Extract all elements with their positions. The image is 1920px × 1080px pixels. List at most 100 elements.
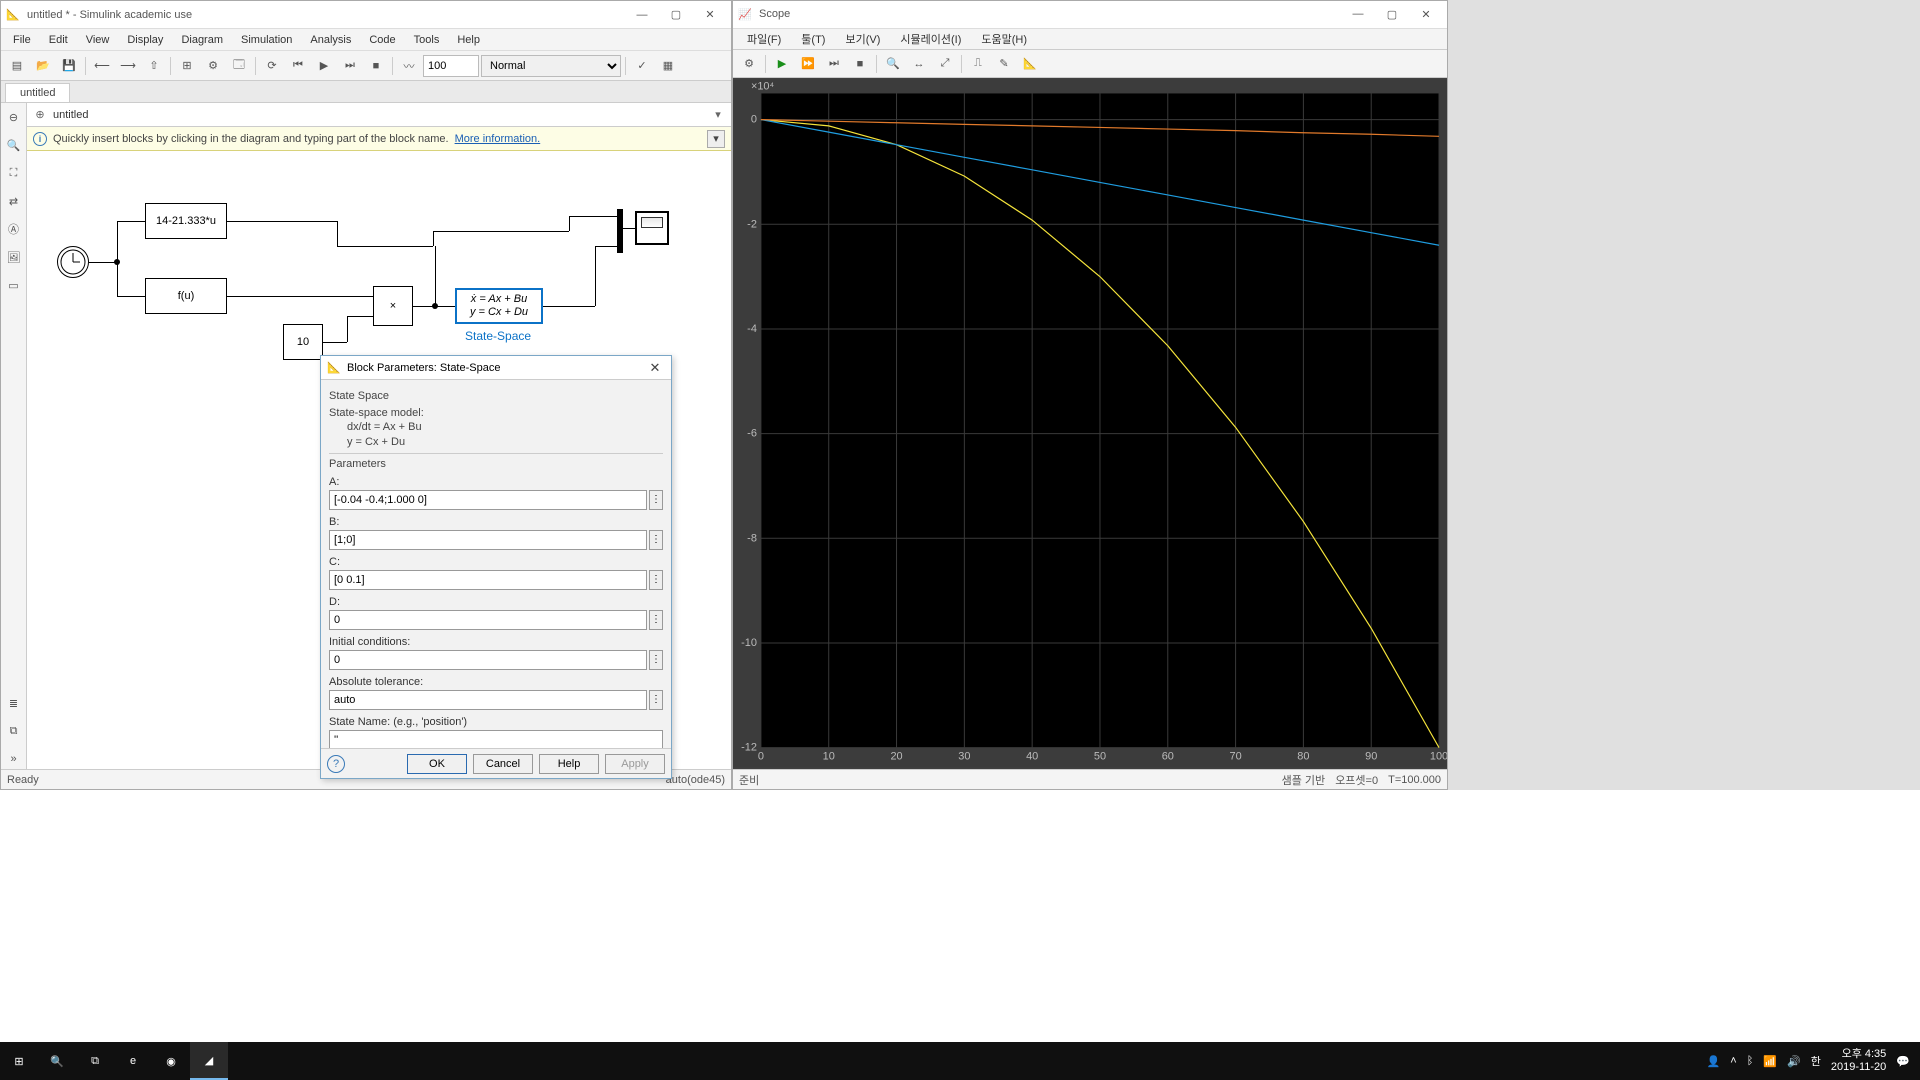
fcn-block-2[interactable]: f(u) — [145, 278, 227, 314]
scope-measure-button[interactable]: 📐 — [1018, 52, 1042, 76]
hint-link[interactable]: More information. — [455, 133, 541, 145]
menu-simulation[interactable]: Simulation — [233, 32, 300, 48]
new-model-button[interactable]: ▤ — [5, 54, 29, 78]
input-c[interactable] — [329, 570, 647, 590]
signal-button[interactable]: 〰 — [397, 54, 421, 78]
ok-button[interactable]: OK — [407, 754, 467, 774]
explorer-button[interactable]: 🗔 — [227, 54, 251, 78]
close-button[interactable]: ✕ — [1409, 3, 1443, 25]
hide-browser-icon[interactable]: ⊖ — [4, 107, 24, 127]
scope-block[interactable] — [635, 211, 669, 245]
scope-menu-help[interactable]: 도움말(H) — [973, 29, 1035, 49]
help-button[interactable]: Help — [539, 754, 599, 774]
menu-view[interactable]: View — [78, 32, 118, 48]
dialog-help-icon[interactable]: ? — [327, 755, 345, 773]
picker-at[interactable]: ⋮ — [649, 690, 663, 710]
expand-icon[interactable]: » — [4, 749, 24, 769]
hint-dropdown-icon[interactable]: ▾ — [707, 130, 725, 148]
input-sn[interactable] — [329, 730, 663, 748]
stop-button[interactable]: ■ — [364, 54, 388, 78]
property-icon[interactable]: ⧉ — [4, 721, 24, 741]
scope-menu-simulation[interactable]: 시뮬레이션(I) — [892, 29, 969, 49]
stop-time-input[interactable] — [423, 55, 479, 77]
config-button[interactable]: ⚙ — [201, 54, 225, 78]
constant-block[interactable]: 10 — [283, 324, 323, 360]
build-button[interactable]: ⟳ — [260, 54, 284, 78]
windows-taskbar[interactable]: ⊞ 🔍 ⧉ e ◉ ◢ 👤 ˄ ᛒ 📶 🔊 한 오후 4:35 2019-11-… — [0, 1042, 1920, 1080]
input-d[interactable] — [329, 610, 647, 630]
tray-volume-icon[interactable]: 🔊 — [1787, 1055, 1801, 1068]
menu-file[interactable]: File — [5, 32, 39, 48]
minimize-button[interactable]: — — [1341, 3, 1375, 25]
clock-block[interactable] — [57, 246, 89, 278]
product-block[interactable]: × — [373, 286, 413, 326]
tray-up-icon[interactable]: ˄ — [1730, 1055, 1736, 1067]
dialog-titlebar[interactable]: 📐 Block Parameters: State-Space ✕ — [321, 356, 671, 380]
scope-stop-button[interactable]: ■ — [848, 52, 872, 76]
scope-cursor-button[interactable]: ✎ — [992, 52, 1016, 76]
back-button[interactable]: ⟵ — [90, 54, 114, 78]
menu-diagram[interactable]: Diagram — [173, 32, 231, 48]
search-button[interactable]: 🔍 — [38, 1042, 76, 1080]
model-browser-icon[interactable]: ≣ — [4, 693, 24, 713]
scope-menu-view[interactable]: 보기(V) — [837, 29, 888, 49]
forward-button[interactable]: ⟶ — [116, 54, 140, 78]
breadcrumb[interactable]: untitled — [49, 109, 709, 121]
taskview-button[interactable]: ⧉ — [76, 1042, 114, 1080]
input-at[interactable] — [329, 690, 647, 710]
menu-tools[interactable]: Tools — [406, 32, 448, 48]
picker-ic[interactable]: ⋮ — [649, 650, 663, 670]
fit-icon[interactable]: ⛶ — [4, 163, 24, 183]
scope-titlebar[interactable]: 📈 Scope — ▢ ✕ — [733, 1, 1447, 29]
start-button[interactable]: ⊞ — [0, 1042, 38, 1080]
menu-display[interactable]: Display — [119, 32, 171, 48]
scope-run-button[interactable]: ▶ — [770, 52, 794, 76]
mux-block[interactable] — [617, 209, 623, 253]
scope-zoom-button[interactable]: 🔍 — [881, 52, 905, 76]
breadcrumb-dropdown-icon[interactable]: ▾ — [709, 108, 727, 121]
scope-autoscale-button[interactable]: ⤢ — [933, 52, 957, 76]
picker-a[interactable]: ⋮ — [649, 490, 663, 510]
close-button[interactable]: ✕ — [693, 4, 727, 26]
picker-d[interactable]: ⋮ — [649, 610, 663, 630]
taskbar-clock[interactable]: 오후 4:35 2019-11-20 — [1831, 1048, 1886, 1074]
sim-mode-select[interactable]: Normal — [481, 55, 621, 77]
record-button[interactable]: ▦ — [656, 54, 680, 78]
scope-zoomx-button[interactable]: ↔ — [907, 52, 931, 76]
tray-people-icon[interactable]: 👤 — [1707, 1055, 1721, 1068]
matlab-icon[interactable]: ◢ — [190, 1042, 228, 1080]
picker-b[interactable]: ⋮ — [649, 530, 663, 550]
maximize-button[interactable]: ▢ — [1375, 3, 1409, 25]
chrome-icon[interactable]: ◉ — [152, 1042, 190, 1080]
tray-bluetooth-icon[interactable]: ᛒ — [1747, 1055, 1754, 1067]
scope-step-button[interactable]: ⏭ — [822, 52, 846, 76]
scope-trigger-button[interactable]: ⎍ — [966, 52, 990, 76]
open-button[interactable]: 📂 — [31, 54, 55, 78]
step-forward-button[interactable]: ⏭ — [338, 54, 362, 78]
step-back-button[interactable]: ⏮ — [286, 54, 310, 78]
apply-button[interactable]: Apply — [605, 754, 665, 774]
image-icon[interactable]: 🖼 — [4, 247, 24, 267]
block-parameters-dialog[interactable]: 📐 Block Parameters: State-Space ✕ State … — [320, 355, 672, 779]
input-b[interactable] — [329, 530, 647, 550]
scope-continue-button[interactable]: ⏩ — [796, 52, 820, 76]
up-button[interactable]: ⇧ — [142, 54, 166, 78]
tab-untitled[interactable]: untitled — [5, 83, 70, 102]
dialog-close-button[interactable]: ✕ — [645, 360, 665, 376]
menu-edit[interactable]: Edit — [41, 32, 76, 48]
menu-analysis[interactable]: Analysis — [302, 32, 359, 48]
fastrestart-button[interactable]: ✓ — [630, 54, 654, 78]
run-button[interactable]: ▶ — [312, 54, 336, 78]
scope-plot-area[interactable]: ×10⁴ 0-2-4-6-8-10-12 0102030405060708090… — [733, 78, 1447, 769]
picker-c[interactable]: ⋮ — [649, 570, 663, 590]
ie-icon[interactable]: e — [114, 1042, 152, 1080]
sample-icon[interactable]: ⇄ — [4, 191, 24, 211]
zoom-icon[interactable]: 🔍 — [4, 135, 24, 155]
scope-menu-tools[interactable]: 툴(T) — [793, 29, 833, 49]
tray-notifications-icon[interactable]: 💬 — [1896, 1055, 1910, 1068]
scope-config-button[interactable]: ⚙ — [737, 52, 761, 76]
breadcrumb-up-icon[interactable]: ⊕ — [31, 108, 49, 121]
save-button[interactable]: 💾 — [57, 54, 81, 78]
cancel-button[interactable]: Cancel — [473, 754, 533, 774]
tray-network-icon[interactable]: 📶 — [1763, 1055, 1777, 1068]
